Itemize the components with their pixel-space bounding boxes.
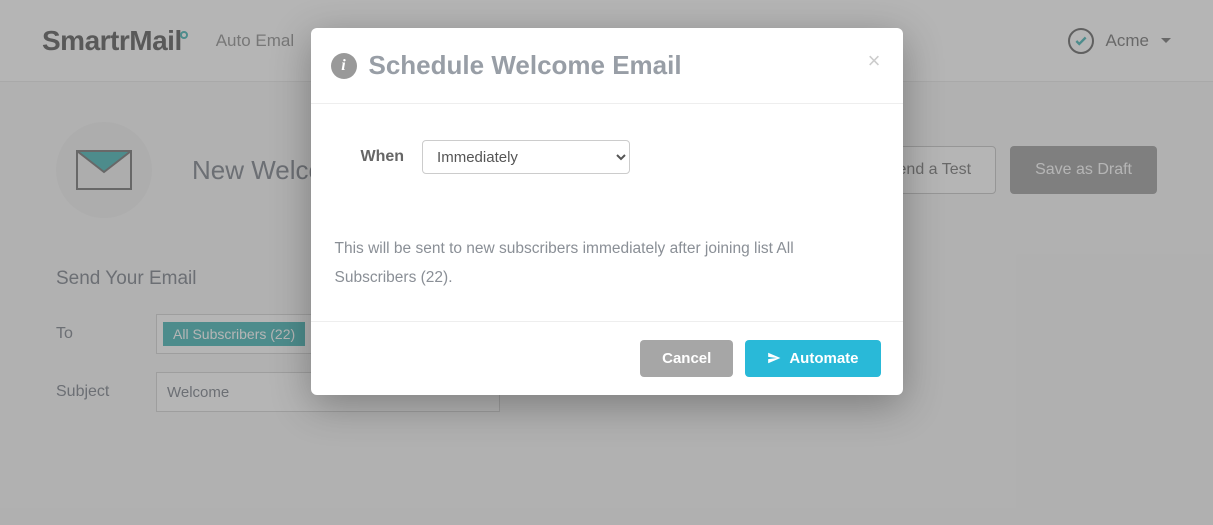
modal-description: This will be sent to new subscribers imm… (335, 234, 879, 293)
when-select[interactable]: Immediately (422, 140, 630, 174)
when-label: When (361, 148, 405, 166)
automate-label: Automate (789, 350, 858, 367)
cancel-button[interactable]: Cancel (640, 340, 733, 377)
paper-plane-icon (767, 351, 781, 365)
close-icon[interactable]: × (868, 48, 881, 74)
info-icon: i (331, 53, 357, 79)
automate-button[interactable]: Automate (745, 340, 880, 377)
modal-title: Schedule Welcome Email (369, 50, 682, 81)
modal-overlay: i Schedule Welcome Email × When Immediat… (0, 0, 1213, 525)
schedule-modal: i Schedule Welcome Email × When Immediat… (311, 28, 903, 395)
